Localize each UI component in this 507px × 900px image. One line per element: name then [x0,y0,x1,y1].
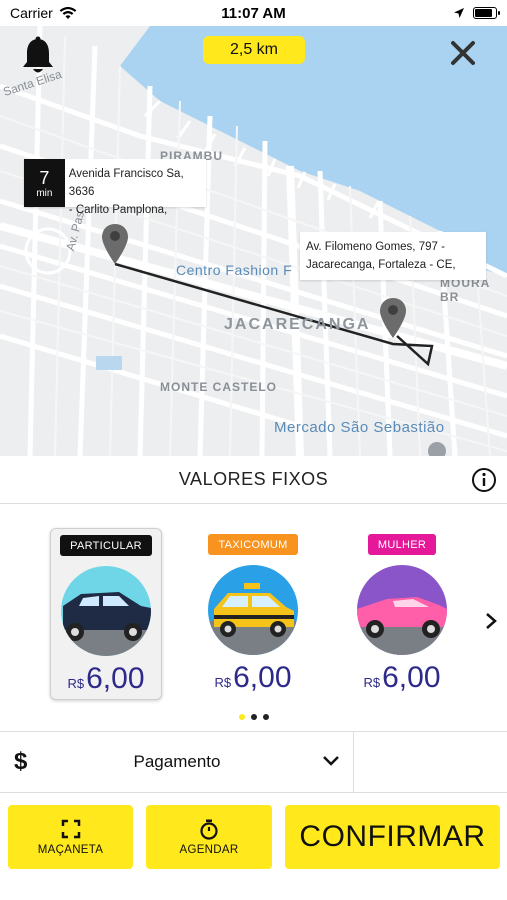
car-icon [357,565,447,655]
wifi-icon [59,6,77,19]
category-card-particular[interactable]: PARTICULAR R$ 6,00 [50,528,162,700]
destination-address-line2: Jacarecanga, Fortaleza - CE, [306,259,456,271]
category-price: R$ 6,00 [363,661,440,695]
schedule-label: AGENDAR [179,844,239,856]
door-handle-button[interactable]: MAÇANETA [8,805,133,869]
schedule-button[interactable]: AGENDAR [146,805,272,869]
confirm-button[interactable]: CONFIRMAR [285,805,500,869]
info-icon[interactable] [471,467,497,493]
category-price: R$ 6,00 [214,661,291,695]
distance-badge: 2,5 km [203,36,305,64]
origin-pin-icon [102,224,128,264]
origin-address-line2: - Carlito Pamplona, [68,204,168,216]
category-card-mulher[interactable]: MULHER R$ 6,00 [346,528,458,700]
origin-address-line1: Avenida Francisco Sa, 3636 [68,168,184,198]
eta-value: 7 [39,167,50,188]
section-header: VALORES FIXOS [0,456,507,504]
chevron-right-icon[interactable] [480,610,502,632]
stopwatch-icon [200,819,218,840]
price-value: 6,00 [233,661,292,694]
origin-callout: 7 min Avenida Francisco Sa, 3636 - Carli… [24,159,206,216]
eta-badge: 7 min [24,159,65,207]
destination-pin-icon [380,298,406,338]
page-dot [238,714,245,720]
destination-address-line1: Av. Filomeno Gomes, 797 - [306,241,445,253]
price-value: 6,00 [86,662,145,695]
category-price: R$ 6,00 [67,662,144,696]
payment-select[interactable]: $ Pagamento [0,732,354,792]
payment-row: $ Pagamento [0,731,507,793]
category-badge: PARTICULAR [60,535,152,556]
section-title: VALORES FIXOS [178,469,329,489]
bell-icon[interactable] [20,36,56,76]
taxi-icon [208,565,298,655]
map-label-monte-castelo: MONTE CASTELO [160,380,277,394]
payment-label: Pagamento [133,752,221,771]
page-dot [262,714,269,720]
category-carousel[interactable]: PARTICULAR R$ 6,00 TAXICOMUM R$ 6,00 MUL… [0,504,507,730]
confirm-label: CONFIRMAR [299,820,486,853]
eta-unit: min [36,187,53,199]
price-value: 6,00 [382,661,441,694]
destination-callout: Av. Filomeno Gomes, 797 - Jacarecanga, F… [300,232,486,280]
page-indicator [0,714,507,720]
page-dot [250,714,257,720]
category-card-taxicomum[interactable]: TAXICOMUM R$ 6,00 [197,528,309,700]
currency-label: R$ [67,676,85,691]
action-bar: MAÇANETA AGENDAR CONFIRMAR [0,793,507,900]
map-label-mercado: Mercado São Sebastião [274,419,445,436]
map-label-centro-fashion: Centro Fashion F [176,262,293,278]
chevron-down-icon [323,756,339,766]
map-label-jacarecanga: JACARECANGA [224,316,371,333]
car-icon [61,566,151,656]
location-arrow-icon [454,8,464,18]
category-badge: TAXICOMUM [208,534,298,555]
carrier-label: Carrier [10,5,53,21]
currency-label: R$ [363,675,381,690]
route-map[interactable]: Santa Elisa PIRAMBU Av. Pas Centro Fashi… [0,26,507,456]
status-bar: Carrier 11:07 AM [0,0,507,26]
battery-icon [473,7,500,19]
origin-address: Avenida Francisco Sa, 3636 - Carlito Pam… [65,159,206,216]
category-badge: MULHER [367,534,437,555]
map-label-moura-br: MOURA BR [440,276,490,304]
door-handle-label: MAÇANETA [37,844,104,856]
payment-extra-field[interactable] [354,732,507,792]
close-icon[interactable] [448,38,478,68]
currency-label: R$ [214,675,232,690]
expand-icon [61,819,80,839]
